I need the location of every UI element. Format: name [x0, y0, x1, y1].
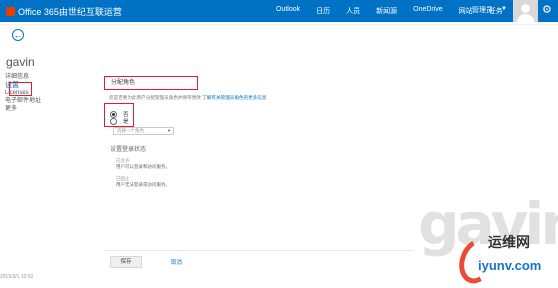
blocked-desc: 用户无法登录或访问服务。 — [116, 182, 170, 187]
status-option-blocked[interactable]: 已阻止 用户无法登录或访问服务。 — [116, 176, 170, 188]
nav-people[interactable]: 人员 — [338, 6, 368, 16]
brand[interactable]: Office 365由世纪互联运营 — [6, 5, 122, 18]
allowed-desc: 用户可以登录和访问服务。 — [116, 164, 170, 169]
nav-calendar[interactable]: 日历 — [308, 6, 338, 16]
sidebar-item-details[interactable]: 详细信息 — [5, 74, 41, 81]
nav-newsfeed[interactable]: 新闻源 — [368, 6, 405, 16]
role-description-text: 您是否要为此用户分配管理员角色并保存更改 — [109, 95, 201, 100]
cancel-link[interactable]: 取消 — [171, 258, 182, 266]
avatar-head — [521, 4, 530, 13]
user-name: gavin — [6, 55, 35, 69]
status-option-allowed[interactable]: 已允许 用户可以登录和访问服务。 — [116, 158, 170, 170]
highlight-box-settings — [9, 82, 32, 96]
corner-note: 2015/3/1 10:02 — [0, 274, 34, 280]
admin-menu[interactable]: 管理员 — [472, 5, 493, 15]
divider — [0, 24, 558, 25]
brand-title: Office 365由世纪互联运营 — [18, 7, 122, 17]
nav-onedrive[interactable]: OneDrive — [405, 6, 451, 16]
divider — [104, 250, 414, 251]
radio-option-yes[interactable]: 是 — [110, 117, 129, 125]
section-title-assign-role: 分配角色 — [104, 76, 198, 90]
radio-yes[interactable] — [110, 117, 117, 125]
save-button[interactable]: 保存 — [110, 256, 142, 268]
avatar[interactable] — [513, 0, 538, 22]
office-logo-icon — [6, 7, 15, 16]
sidebar-item-email-addresses[interactable]: 电子邮件地址 — [5, 98, 41, 105]
radio-yes-label: 是 — [123, 119, 129, 125]
sign-in-status-title: 设置登录状态 — [110, 147, 147, 153]
role-description: 您是否要为此用户分配管理员角色并保存更改 了解有关管理员角色的更多信息 — [109, 95, 267, 101]
role-select-value: 选择一个角色 — [117, 128, 144, 133]
sidebar-item-more[interactable]: 更多 — [5, 106, 41, 113]
top-navigation-bar: Office 365由世纪互联运营 Outlook 日历 人员 新闻源 OneD… — [0, 0, 558, 22]
watermark-domain: iyunv.com — [478, 258, 542, 273]
avatar-body — [517, 14, 534, 22]
back-arrow-icon[interactable]: ← — [12, 29, 24, 41]
role-select[interactable]: 选择一个角色 ▼ — [113, 127, 174, 135]
chevron-down-icon[interactable]: ▼ — [501, 6, 507, 12]
watermark-cn: 运维网 — [488, 234, 530, 250]
nav-outlook[interactable]: Outlook — [268, 6, 308, 16]
gear-icon[interactable]: ⚙ — [542, 3, 552, 16]
role-help-link[interactable]: 了解有关管理员角色的更多信息 — [202, 95, 266, 100]
chevron-down-icon: ▼ — [167, 128, 171, 133]
